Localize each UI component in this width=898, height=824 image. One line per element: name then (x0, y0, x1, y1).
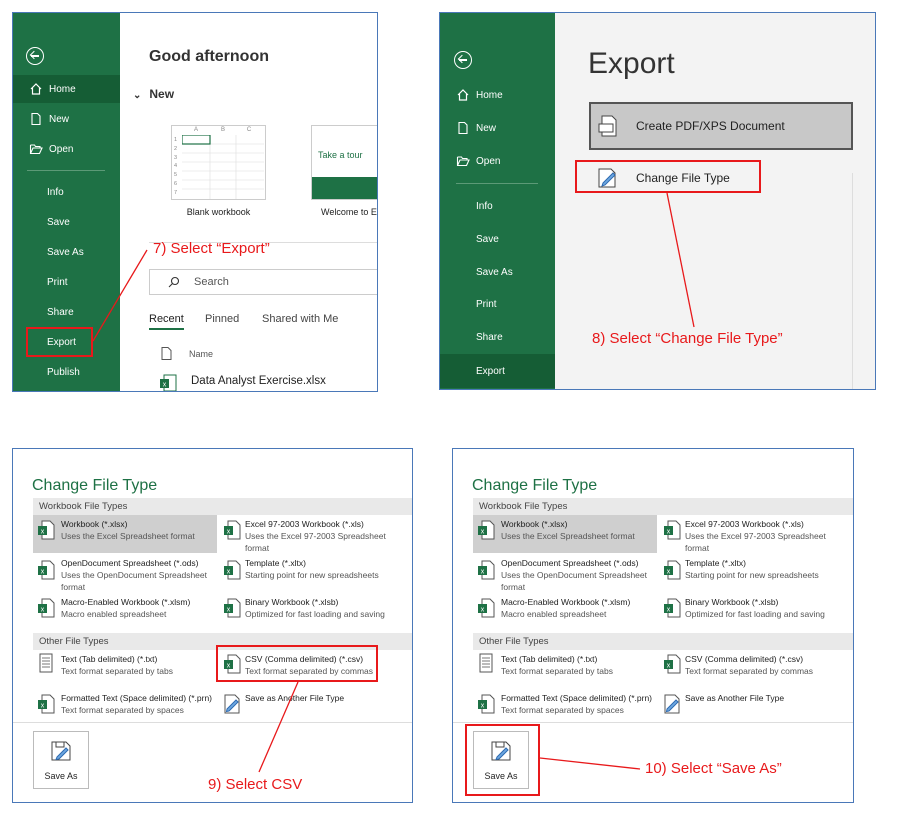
annotation-line (539, 757, 641, 770)
annotation-step10: 10) Select “Save As” (645, 760, 782, 777)
